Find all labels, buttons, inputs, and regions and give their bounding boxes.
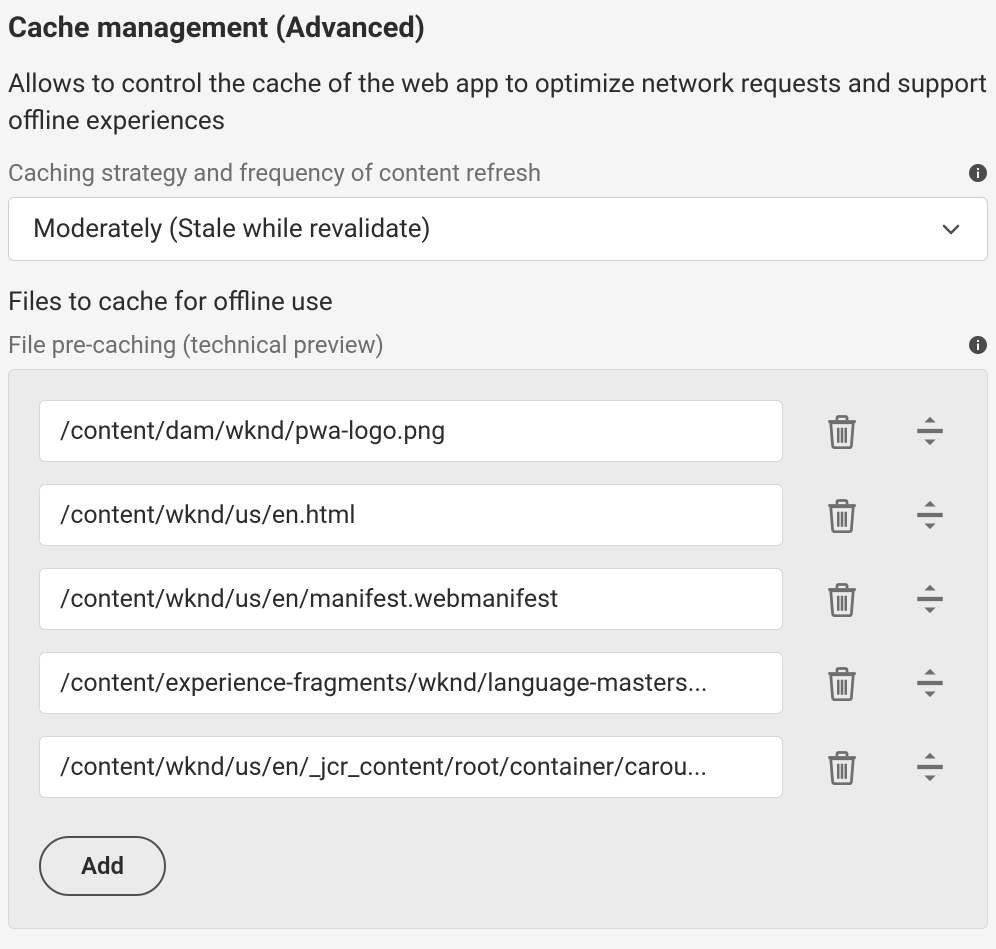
- file-row: [39, 652, 957, 714]
- file-row: [39, 568, 957, 630]
- dropdown-selected-text: Moderately (Stale while revalidate): [33, 214, 431, 244]
- chevron-down-icon: [939, 217, 963, 241]
- strategy-label: Caching strategy and frequency of conten…: [8, 159, 541, 187]
- reorder-icon[interactable]: [913, 666, 947, 700]
- reorder-icon[interactable]: [913, 582, 947, 616]
- cache-management-panel: Cache management (Advanced) Allows to co…: [0, 0, 996, 949]
- info-icon[interactable]: [968, 163, 988, 183]
- file-path-input[interactable]: [39, 400, 783, 462]
- delete-icon[interactable]: [827, 750, 857, 784]
- file-precache-panel: Add: [8, 369, 988, 929]
- files-subsection-label: Files to cache for offline use: [8, 287, 988, 317]
- row-actions: [827, 582, 957, 616]
- file-path-input[interactable]: [39, 568, 783, 630]
- reorder-icon[interactable]: [913, 750, 947, 784]
- section-description: Allows to control the cache of the web a…: [8, 66, 988, 141]
- file-path-input[interactable]: [39, 484, 783, 546]
- file-row: [39, 400, 957, 462]
- file-row: [39, 736, 957, 798]
- strategy-label-row: Caching strategy and frequency of conten…: [8, 159, 988, 187]
- delete-icon[interactable]: [827, 414, 857, 448]
- row-actions: [827, 414, 957, 448]
- row-actions: [827, 750, 957, 784]
- file-row: [39, 484, 957, 546]
- row-actions: [827, 666, 957, 700]
- reorder-icon[interactable]: [913, 414, 947, 448]
- delete-icon[interactable]: [827, 582, 857, 616]
- section-title: Cache management (Advanced): [8, 10, 988, 48]
- file-path-input[interactable]: [39, 652, 783, 714]
- file-path-input[interactable]: [39, 736, 783, 798]
- delete-icon[interactable]: [827, 666, 857, 700]
- caching-strategy-dropdown[interactable]: Moderately (Stale while revalidate): [8, 197, 988, 261]
- delete-icon[interactable]: [827, 498, 857, 532]
- row-actions: [827, 498, 957, 532]
- info-icon[interactable]: [968, 335, 988, 355]
- add-button[interactable]: Add: [39, 836, 166, 896]
- reorder-icon[interactable]: [913, 498, 947, 532]
- files-label: File pre-caching (technical preview): [8, 331, 384, 359]
- files-label-row: File pre-caching (technical preview): [8, 331, 988, 359]
